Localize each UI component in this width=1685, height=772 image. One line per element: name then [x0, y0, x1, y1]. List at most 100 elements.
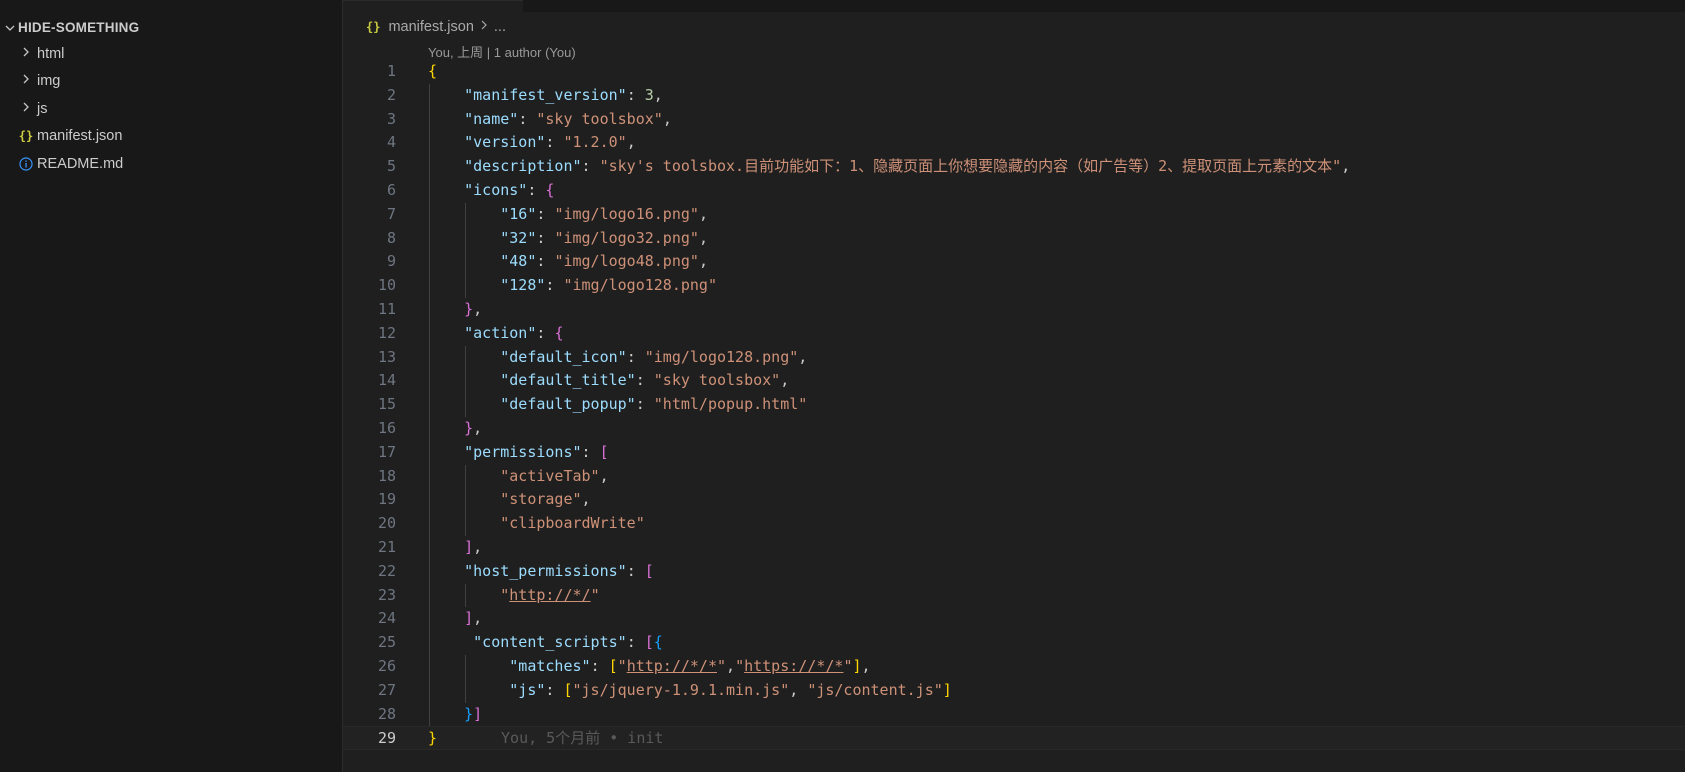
- code-token: "48": [428, 252, 537, 271]
- code-line[interactable]: 9 "48": "img/logo48.png",: [343, 250, 1685, 274]
- breadcrumb-file[interactable]: manifest.json: [388, 19, 473, 35]
- code-token: "version": [428, 133, 546, 152]
- code-token: [: [644, 561, 654, 580]
- json-file-icon: {}: [18, 129, 34, 144]
- code-line[interactable]: 25 "content_scripts": [{: [343, 631, 1685, 655]
- code-line[interactable]: 7 "16": "img/logo16.png",: [343, 203, 1685, 227]
- code-line[interactable]: 6 "icons": {: [343, 179, 1685, 203]
- code-line[interactable]: 27 "js": ["js/jquery-1.9.1.min.js", "js/…: [343, 679, 1685, 703]
- code-line[interactable]: 12 "action": {: [343, 322, 1685, 346]
- code-token: "name": [428, 109, 519, 128]
- code-line[interactable]: 18 "activeTab",: [343, 465, 1685, 489]
- code-line[interactable]: 5 "description": "sky's toolsbox.目前功能如下：…: [343, 155, 1685, 179]
- code-token: "img/logo128.png": [563, 276, 717, 295]
- tree-item-html[interactable]: html: [0, 40, 342, 68]
- code-text: "16": "img/logo16.png",: [428, 203, 708, 227]
- code-token: :: [518, 109, 537, 128]
- code-line[interactable]: 22 "host_permissions": [: [343, 560, 1685, 584]
- code-token: ,: [626, 133, 636, 152]
- code-line[interactable]: 4 "version": "1.2.0",: [343, 131, 1685, 155]
- code-token: "matches": [428, 656, 591, 675]
- line-number: 27: [377, 680, 396, 699]
- code-token: }: [464, 418, 474, 437]
- explorer-folder-name: HIDE-SOMETHING: [18, 19, 140, 35]
- code-token: :: [536, 228, 555, 247]
- code-token: ]: [942, 680, 952, 699]
- code-text: "matches": ["http://*/*","https://*/*"],: [428, 655, 870, 679]
- line-number: 5: [386, 157, 396, 176]
- code-token: "img/logo32.png": [554, 228, 699, 247]
- codelens-author[interactable]: You, 上周 | 1 author (You): [428, 42, 576, 61]
- indent-guide: [465, 583, 466, 608]
- code-token: "default_title": [428, 371, 636, 390]
- breadcrumb-more[interactable]: ...: [494, 19, 506, 35]
- code-line[interactable]: 14 "default_title": "sky toolsbox",: [343, 369, 1685, 393]
- code-token: ,: [662, 109, 672, 128]
- indent-guide: [465, 655, 466, 703]
- code-line[interactable]: 11 },: [343, 298, 1685, 322]
- code-line[interactable]: 13 "default_icon": "img/logo128.png",: [343, 346, 1685, 370]
- chevron-right-icon: [480, 19, 488, 35]
- code-line[interactable]: 21 ],: [343, 536, 1685, 560]
- code-token: "html/popup.html": [653, 395, 808, 414]
- code-token: "1.2.0": [563, 133, 627, 152]
- code-token: ,: [581, 490, 591, 509]
- code-token: "content_scripts": [428, 633, 627, 652]
- code-token: ": [717, 656, 727, 675]
- code-line[interactable]: 28 }]: [343, 703, 1685, 727]
- code-token: :: [527, 180, 546, 199]
- code-text: "content_scripts": [{: [428, 631, 663, 655]
- explorer-folder-header[interactable]: HIDE-SOMETHING: [0, 14, 342, 40]
- code-line[interactable]: 26 "matches": ["http://*/*","https://*/*…: [343, 655, 1685, 679]
- code-token: ,: [698, 204, 708, 223]
- code-token: ,: [473, 418, 483, 437]
- tree-item-label: img: [37, 73, 61, 90]
- explorer-sidebar: HIDE-SOMETHING html img js{} manifest.json R…: [0, 0, 343, 772]
- code-line[interactable]: 10 "128": "img/logo128.png": [343, 274, 1685, 298]
- code-token: ]: [464, 609, 474, 628]
- code-line[interactable]: 3 "name": "sky toolsbox",: [343, 108, 1685, 132]
- code-token: }: [464, 704, 474, 723]
- code-token: "sky's toolsbox.目前功能如下：1、隐藏页面上你想要隐藏的内容（如…: [599, 157, 1342, 176]
- tree-item-img[interactable]: img: [0, 68, 342, 96]
- code-line[interactable]: 29} You, 5个月前 • init: [343, 726, 1685, 751]
- code-line[interactable]: 23 "http://*/": [343, 584, 1685, 608]
- code-line[interactable]: 8 "32": "img/logo32.png",: [343, 227, 1685, 251]
- code-token: }: [464, 299, 474, 318]
- code-token: :: [581, 157, 600, 176]
- tab-strip: [343, 0, 1685, 13]
- line-number: 17: [377, 442, 396, 461]
- code-line[interactable]: 19 "storage",: [343, 488, 1685, 512]
- code-token: {: [653, 633, 663, 652]
- tree-item-readme-md[interactable]: README.md: [0, 150, 342, 178]
- code-line[interactable]: 17 "permissions": [: [343, 441, 1685, 465]
- tree-item-manifest-json[interactable]: {} manifest.json: [0, 123, 342, 151]
- code-line[interactable]: 16 },: [343, 417, 1685, 441]
- code-text: "clipboardWrite": [428, 512, 645, 536]
- indent-guide: [465, 202, 466, 298]
- code-token: :: [581, 442, 600, 461]
- code-line[interactable]: 15 "default_popup": "html/popup.html": [343, 393, 1685, 417]
- code-view[interactable]: 1{2 "manifest_version": 3, 3 "name": "sky…: [343, 60, 1685, 751]
- line-number: 15: [377, 395, 396, 414]
- tree-item-js[interactable]: js: [0, 95, 342, 123]
- code-line[interactable]: 20 "clipboardWrite": [343, 512, 1685, 536]
- tab-manifest-json[interactable]: [343, 0, 523, 13]
- code-token: [: [644, 633, 654, 652]
- chevron-down-icon: [2, 20, 18, 34]
- indent-guide: [465, 345, 466, 417]
- code-token: "sky toolsbox": [536, 109, 663, 128]
- code-line[interactable]: 1{: [343, 60, 1685, 84]
- code-text: "name": "sky toolsbox",: [428, 108, 672, 132]
- code-token: ,: [473, 609, 483, 628]
- line-number: 12: [377, 323, 396, 342]
- code-line[interactable]: 2 "manifest_version": 3,: [343, 84, 1685, 108]
- code-token: ,: [780, 371, 790, 390]
- line-number: 14: [377, 371, 396, 390]
- code-token: :: [545, 276, 564, 295]
- code-token: "manifest_version": [428, 85, 627, 104]
- code-line[interactable]: 24 ],: [343, 607, 1685, 631]
- code-token: https://*/*: [744, 656, 844, 675]
